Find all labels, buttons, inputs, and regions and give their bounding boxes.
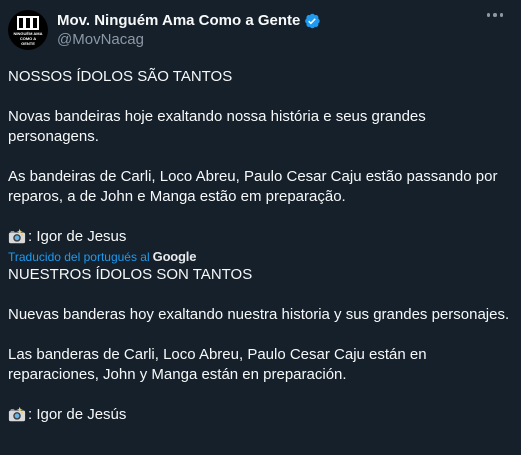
translation-label: Traducido del portugués al: [8, 250, 150, 264]
translated-heading: NUESTROS ÍDOLOS SON TANTOS: [8, 266, 253, 283]
translation-attribution[interactable]: Traducido del portugués al Google: [8, 248, 513, 265]
display-name[interactable]: Mov. Ninguém Ama Como a Gente: [57, 12, 300, 29]
camera-emoji-icon: [8, 228, 26, 246]
name-row: Mov. Ninguém Ama Como a Gente: [57, 11, 321, 30]
translated-credit-text: : Igor de Jesús: [28, 406, 127, 423]
original-paragraph-1: Novas bandeiras hoje exaltando nossa his…: [8, 108, 426, 145]
verified-badge-icon: [303, 12, 321, 30]
avatar-logo-text: NINGUÉM AMA COMO A GENTE: [13, 31, 43, 46]
original-paragraph-2: As bandeiras de Carli, Loco Abreu, Paulo…: [8, 168, 498, 205]
tweet: NINGUÉM AMA COMO A GENTE Mov. Ninguém Am…: [0, 0, 521, 455]
tweet-header: NINGUÉM AMA COMO A GENTE Mov. Ninguém Am…: [8, 10, 513, 50]
translated-paragraph-1: Nuevas banderas hoy exaltando nuestra hi…: [8, 306, 510, 323]
more-dot: [499, 13, 503, 17]
more-options-icon[interactable]: [486, 13, 503, 17]
user-handle[interactable]: @MovNacag: [57, 30, 321, 49]
original-heading: NOSSOS ÍDOLOS SÃO TANTOS: [8, 68, 233, 85]
camera-emoji-icon: [8, 406, 26, 424]
avatar-logo-mark: [17, 16, 39, 30]
translated-photo-credit: : Igor de Jesús: [8, 405, 513, 425]
tweet-content: NOSSOS ÍDOLOS SÃO TANTOS Novas bandeiras…: [8, 67, 513, 425]
translated-paragraph-2: Las banderas de Carli, Loco Abreu, Paulo…: [8, 346, 427, 383]
original-credit-text: : Igor de Jesus: [28, 228, 127, 245]
user-info: Mov. Ninguém Ama Como a Gente @MovNacag: [57, 10, 321, 49]
original-photo-credit: : Igor de Jesus: [8, 227, 513, 247]
google-logo-text: Google: [152, 249, 197, 264]
more-dot: [486, 13, 490, 17]
more-dot: [493, 13, 497, 17]
avatar[interactable]: NINGUÉM AMA COMO A GENTE: [8, 10, 48, 50]
